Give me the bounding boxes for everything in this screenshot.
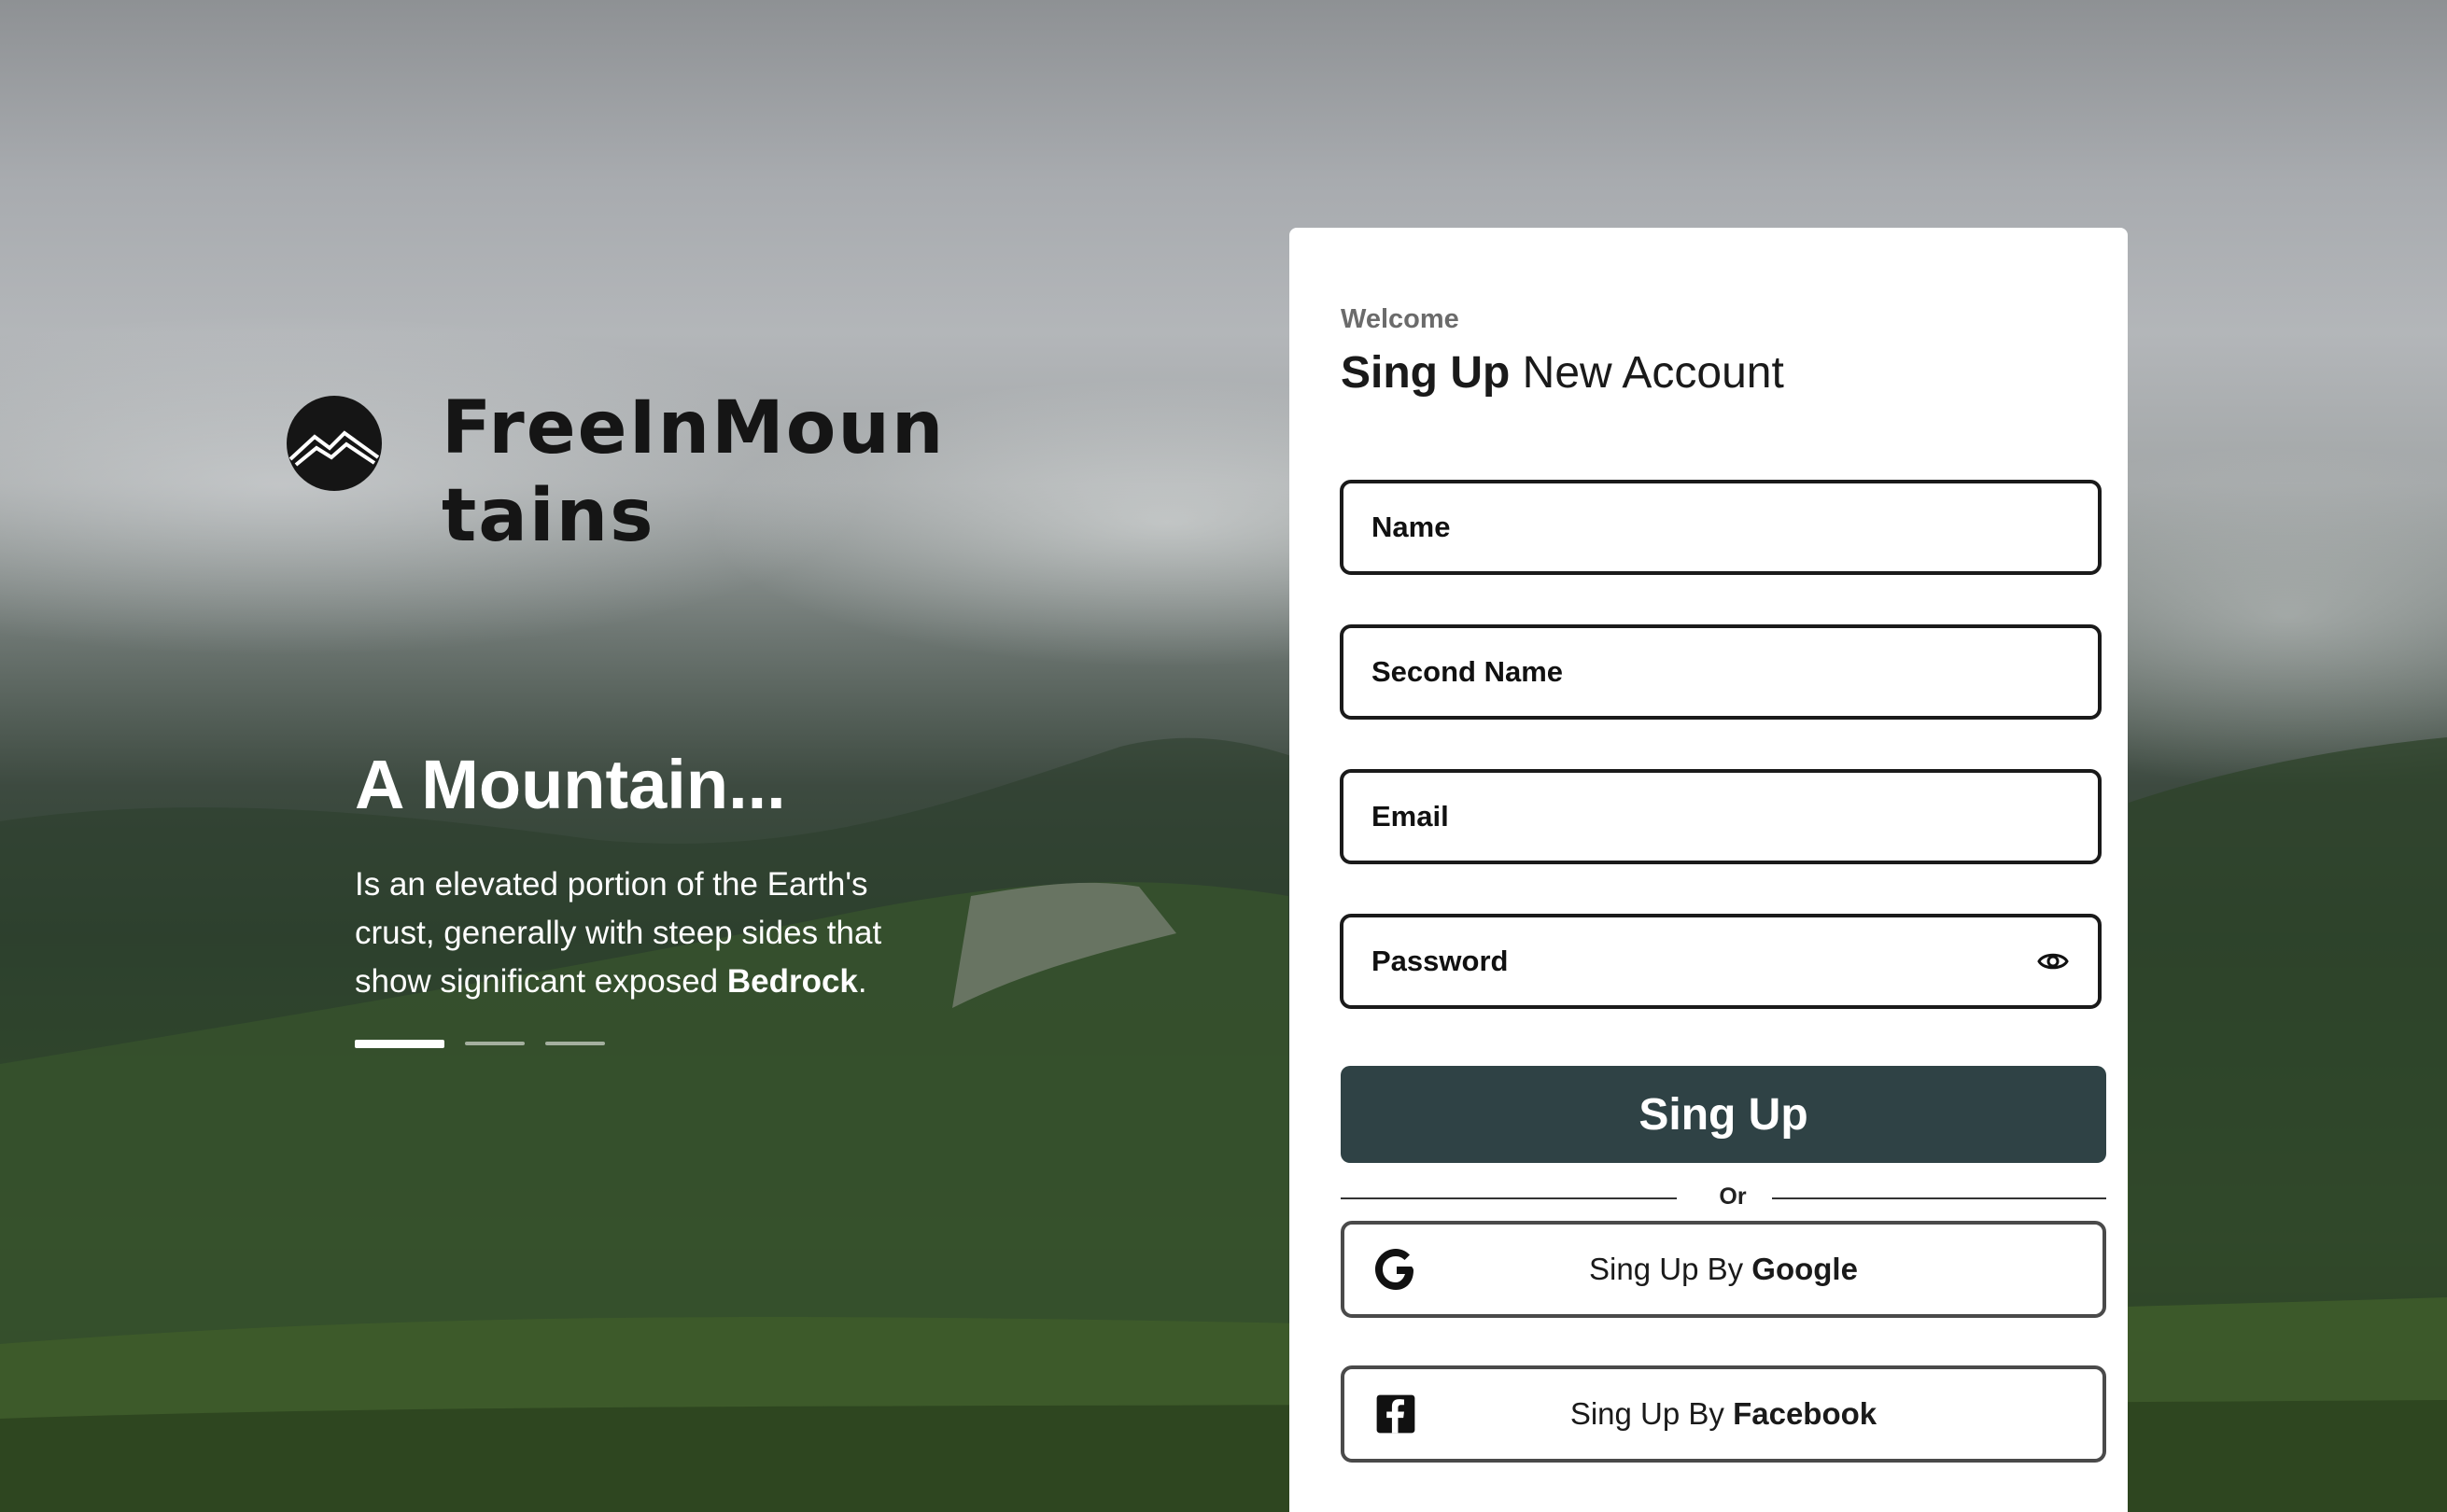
email-field[interactable] [1340,769,2102,864]
eye-icon[interactable] [2036,945,2070,978]
welcome-label: Welcome [1341,304,1459,334]
facebook-signup-prefix: Sing Up By [1569,1396,1734,1431]
name-field[interactable] [1340,480,2102,575]
hero-description: Is an elevated portion of the Earth's cr… [355,861,934,1006]
or-label: Or [1719,1183,1747,1210]
slide-indicator-2[interactable] [465,1042,525,1045]
google-icon [1371,1244,1421,1295]
facebook-signup-label: Sing Up By Facebook [1570,1396,1877,1432]
password-field[interactable] [1340,914,2102,1009]
hero-description-end: . [857,963,867,1000]
signup-card: Welcome Sing Up New Account Sing Up Or [1289,228,2128,1512]
form-heading: Sing Up New Account [1341,347,1784,399]
hero-description-highlight: Bedrock [726,963,858,1000]
hero-title: A Mountain... [355,746,786,823]
password-input[interactable] [1371,945,2036,978]
name-input[interactable] [1371,511,2070,544]
slide-indicator-1[interactable] [355,1040,444,1048]
google-provider-name: Google [1751,1252,1858,1286]
or-divider: Or [1341,1180,2106,1217]
second-name-input[interactable] [1371,655,2070,689]
facebook-provider-name: Facebook [1733,1396,1877,1431]
divider-line-right [1772,1197,2106,1199]
signup-page: FreeInMountains A Mountain... Is an elev… [0,0,2447,1512]
google-signup-prefix: Sing Up By [1589,1252,1752,1286]
google-signup-button[interactable]: Sing Up By Google [1341,1221,2106,1318]
email-input[interactable] [1371,800,2070,833]
slide-indicators [355,1040,605,1048]
form-heading-rest: New Account [1510,348,1784,398]
mountain-logo-icon [287,396,382,491]
google-signup-label: Sing Up By Google [1589,1252,1858,1287]
brand-name: FreeInMountains [442,386,946,558]
facebook-signup-button[interactable]: Sing Up By Facebook [1341,1365,2106,1463]
slide-indicator-3[interactable] [545,1042,605,1045]
facebook-icon [1371,1389,1421,1439]
signup-button[interactable]: Sing Up [1341,1066,2106,1163]
second-name-field[interactable] [1340,624,2102,720]
form-heading-bold: Sing Up [1341,348,1511,398]
brand: FreeInMountains [287,385,964,560]
divider-line-left [1341,1197,1677,1199]
